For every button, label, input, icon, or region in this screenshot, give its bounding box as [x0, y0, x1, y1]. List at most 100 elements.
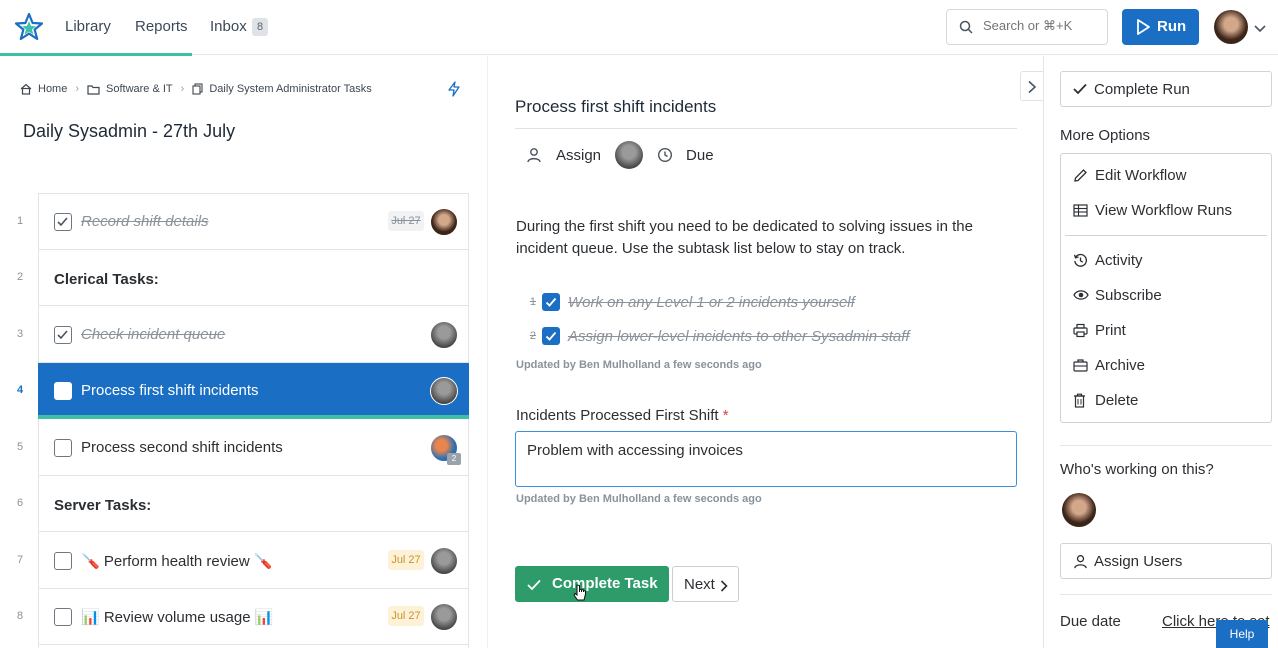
- run-sidebar: Complete Run More Options Edit Workflow …: [1043, 56, 1278, 648]
- task-number: 7: [16, 554, 24, 566]
- more-options-heading: More Options: [1060, 127, 1151, 144]
- task-row[interactable]: 3 Check incident queue: [17, 307, 468, 363]
- history-icon: [1073, 253, 1095, 268]
- option-print[interactable]: Print: [1073, 319, 1126, 341]
- task-row[interactable]: 5 Process second shift incidents 2: [17, 420, 468, 476]
- task-title: Process first shift incidents: [515, 97, 717, 116]
- task-number: 6: [16, 497, 24, 509]
- option-label: Edit Workflow: [1095, 166, 1187, 184]
- complete-task-button[interactable]: Complete Task: [515, 566, 669, 602]
- lightning-icon[interactable]: [448, 81, 460, 102]
- task-label: Process first shift incidents: [81, 382, 259, 399]
- assign-users-button[interactable]: Assign Users: [1060, 543, 1272, 579]
- nav-inbox[interactable]: Inbox: [210, 18, 247, 35]
- subtask-checkbox[interactable]: [542, 327, 560, 345]
- option-label: Activity: [1095, 251, 1143, 269]
- task-checkbox[interactable]: [54, 326, 72, 344]
- assignee-avatar: [430, 377, 458, 405]
- pencil-icon: [1073, 168, 1095, 183]
- printer-icon: [1073, 323, 1095, 338]
- next-label: Next: [684, 576, 715, 593]
- option-activity[interactable]: Activity: [1073, 249, 1143, 271]
- subtask-label: Work on any Level 1 or 2 incidents yours…: [568, 293, 855, 311]
- user-avatar[interactable]: [1214, 10, 1248, 44]
- user-icon: [526, 147, 542, 163]
- incidents-field[interactable]: Problem with accessing invoices: [515, 431, 1017, 487]
- task-row[interactable]: 1 Record shift details Jul 27: [17, 194, 468, 250]
- task-checkbox[interactable]: [54, 552, 72, 570]
- subtask-checkbox[interactable]: [542, 293, 560, 311]
- task-checkbox[interactable]: [54, 608, 72, 626]
- star-logo-icon[interactable]: [14, 12, 44, 42]
- run-button[interactable]: Run: [1122, 9, 1199, 45]
- task-checkbox[interactable]: [54, 439, 72, 457]
- task-number: 5: [16, 441, 24, 453]
- option-label: Print: [1095, 321, 1126, 339]
- chevron-right-icon: ›: [180, 83, 185, 95]
- assignee-avatar: [430, 208, 458, 236]
- run-title: Daily Sysadmin - 27th July: [23, 121, 236, 141]
- option-view-workflow-runs[interactable]: View Workflow Runs: [1073, 199, 1232, 221]
- task-heading-row: 2 Clerical Tasks:: [17, 250, 468, 306]
- chevron-right-icon: ›: [75, 83, 80, 95]
- task-checkbox[interactable]: [54, 213, 72, 231]
- due-date-label: Due date: [1060, 613, 1121, 630]
- due-badge: Jul 27: [388, 211, 424, 231]
- task-heading-row: 6 Server Tasks:: [17, 476, 468, 532]
- assignee-avatar: [430, 547, 458, 575]
- worker-avatar[interactable]: [1062, 493, 1096, 527]
- breadcrumb-folder[interactable]: Software & IT: [106, 83, 173, 95]
- subtask-item[interactable]: 1 Work on any Level 1 or 2 incidents you…: [516, 291, 855, 313]
- next-button[interactable]: Next: [672, 566, 739, 602]
- working-on-heading: Who's working on this?: [1060, 461, 1214, 478]
- search-box[interactable]: [946, 9, 1108, 45]
- assign-button[interactable]: Assign: [556, 147, 601, 164]
- assignee-avatar: [430, 603, 458, 631]
- option-edit-workflow[interactable]: Edit Workflow: [1073, 164, 1186, 186]
- task-list: 1 Record shift details Jul 27 2 Clerical…: [17, 193, 469, 648]
- breadcrumb-home[interactable]: Home: [38, 83, 67, 95]
- task-row[interactable]: 7 🪛 Perform health review 🪛 Jul 27: [17, 533, 468, 589]
- task-label: 📊 Review volume usage 📊: [81, 609, 274, 626]
- option-subscribe[interactable]: Subscribe: [1073, 284, 1162, 306]
- task-label: Check incident queue: [81, 326, 226, 343]
- more-options-list: Edit Workflow View Workflow Runs Activit…: [1060, 153, 1272, 423]
- task-description: During the first shift you need to be de…: [516, 218, 973, 257]
- chevron-down-icon[interactable]: [1254, 20, 1266, 38]
- task-number: 8: [16, 610, 24, 622]
- complete-run-button[interactable]: Complete Run: [1060, 71, 1272, 107]
- inbox-count-badge: 8: [252, 18, 268, 36]
- search-input[interactable]: [983, 18, 1101, 33]
- option-label: Archive: [1095, 356, 1146, 374]
- run-button-label: Run: [1157, 18, 1187, 35]
- due-button[interactable]: Due: [686, 147, 714, 164]
- option-archive[interactable]: Archive: [1073, 354, 1145, 376]
- collapse-sidebar-button[interactable]: [1020, 71, 1044, 101]
- task-row[interactable]: 8 📊 Review volume usage 📊 Jul 27: [17, 589, 468, 645]
- task-checkbox[interactable]: [54, 382, 72, 400]
- top-bar: Library Reports Inbox 8 Run: [0, 0, 1278, 56]
- task-label: Record shift details: [81, 213, 209, 230]
- help-button[interactable]: Help: [1216, 620, 1268, 648]
- subtask-item[interactable]: 2 Assign lower-level incidents to other …: [516, 325, 910, 347]
- task-heading: Server Tasks:: [54, 497, 152, 514]
- nav-reports[interactable]: Reports: [135, 18, 188, 35]
- breadcrumb-workflow[interactable]: Daily System Administrator Tasks: [209, 83, 371, 95]
- complete-run-label: Complete Run: [1094, 81, 1190, 98]
- task-number: 1: [16, 215, 24, 227]
- mouse-cursor-icon: [573, 584, 587, 607]
- task-row-active[interactable]: 4 Process first shift incidents: [17, 363, 469, 419]
- play-icon: [1136, 19, 1150, 39]
- search-icon: [959, 20, 973, 39]
- nav-library[interactable]: Library: [65, 18, 111, 35]
- task-number: 2: [16, 271, 24, 283]
- user-icon: [1073, 554, 1088, 573]
- home-icon: [20, 83, 32, 95]
- trash-icon: [1073, 393, 1095, 408]
- task-heading: Clerical Tasks:: [54, 271, 159, 288]
- briefcase-icon: [1073, 358, 1095, 372]
- task-number: 3: [16, 328, 24, 340]
- option-delete[interactable]: Delete: [1073, 389, 1138, 411]
- assignee-avatar[interactable]: [615, 141, 644, 169]
- assignee-avatar: [430, 321, 458, 349]
